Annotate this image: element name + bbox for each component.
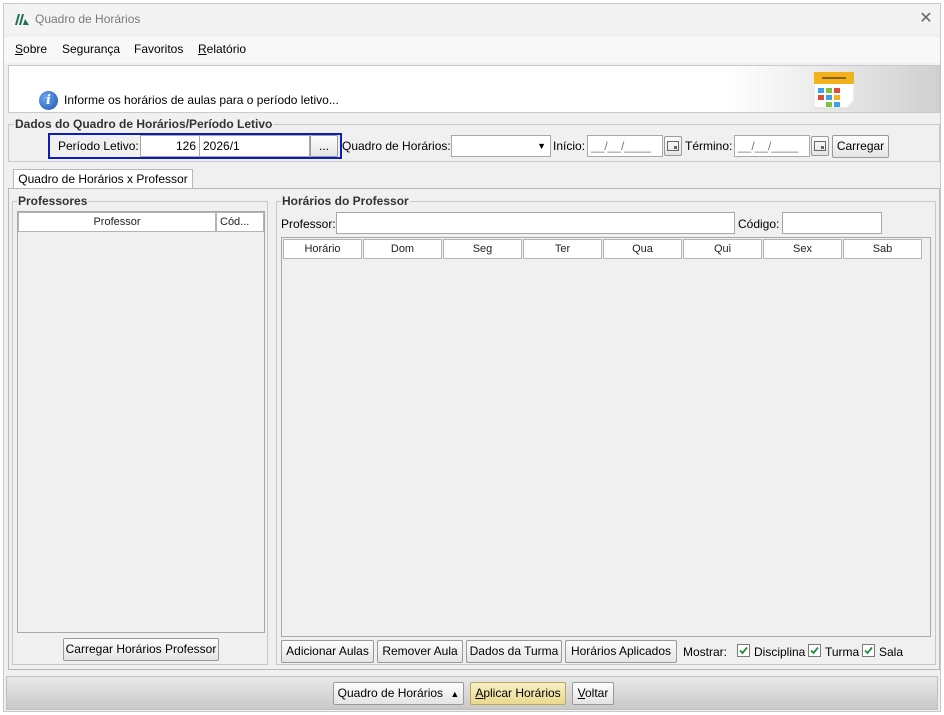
calendar-icon <box>667 141 679 151</box>
professores-group-title: Professores <box>17 194 89 208</box>
sala-label: Sala <box>879 645 904 659</box>
disciplina-label: Disciplina <box>754 645 806 659</box>
mostrar-label: Mostrar: <box>683 645 728 659</box>
menu-favoritos[interactable]: Favoritos <box>134 42 183 56</box>
sala-checkbox[interactable] <box>862 644 875 657</box>
codigo-field[interactable] <box>782 212 882 234</box>
calendar-icon <box>814 141 826 151</box>
column-header[interactable]: Horário <box>283 239 362 259</box>
column-header[interactable]: Dom <box>363 239 442 259</box>
calendar-schedule-icon <box>814 72 854 109</box>
quadro-select[interactable]: ▼ <box>451 135 551 157</box>
carregar-button[interactable]: Carregar <box>832 135 889 158</box>
window-title: Quadro de Horários <box>35 12 141 26</box>
column-header[interactable]: Cód... <box>216 212 264 232</box>
termino-label: Término: <box>685 139 733 153</box>
info-icon: i <box>39 91 58 110</box>
termino-field[interactable]: __/__/____ <box>734 135 810 157</box>
periodo-browse-button[interactable]: ... <box>310 135 338 157</box>
adicionar-aulas-button[interactable]: Adicionar Aulas <box>281 640 374 663</box>
column-header[interactable]: Ter <box>523 239 602 259</box>
column-header[interactable]: Sex <box>763 239 842 259</box>
codigo-label: Código: <box>738 217 780 231</box>
checkmark-icon <box>864 646 873 655</box>
dados-group-title: Dados do Quadro de Horários/Período Leti… <box>14 117 274 131</box>
disciplina-checkbox[interactable] <box>737 644 750 657</box>
column-header[interactable]: Qui <box>683 239 762 259</box>
turma-checkbox[interactable] <box>808 644 821 657</box>
termino-calendar-button[interactable] <box>811 136 829 156</box>
inicio-calendar-button[interactable] <box>664 136 682 156</box>
professor-field[interactable] <box>336 212 735 234</box>
menu-seguranca[interactable]: Segurança <box>62 42 120 56</box>
menu-relatorio-rest: elatório <box>206 42 247 56</box>
periodo-code-field[interactable]: 126 <box>140 135 200 157</box>
info-message: Informe os horários de aulas para o perí… <box>64 93 339 107</box>
aplicar-horarios-button[interactable]: Aplicar Horários <box>470 682 566 705</box>
horarios-grid[interactable]: Horário Dom Seg Ter Qua Qui Sex Sab <box>281 237 931 637</box>
column-header[interactable]: Qua <box>603 239 682 259</box>
chevron-up-icon: ▲ <box>450 689 460 699</box>
professor-label: Professor: <box>281 217 336 231</box>
column-header[interactable]: Sab <box>843 239 922 259</box>
info-panel: i Informe os horários de aulas para o pe… <box>8 65 940 113</box>
periodo-value-field[interactable]: 2026/1 <box>199 135 310 157</box>
column-header[interactable]: Professor <box>18 212 216 232</box>
quadro-horarios-button-label: Quadro de Horários <box>337 686 444 700</box>
aplicar-horarios-rest: plicar Horários <box>483 686 561 700</box>
dados-turma-button[interactable]: Dados da Turma <box>466 640 562 663</box>
turma-label: Turma <box>825 645 860 659</box>
app-window: Quadro de Horários ✕ Sobre Segurança Fav… <box>3 3 941 712</box>
periodo-label: Período Letivo: <box>58 139 139 153</box>
checkmark-icon <box>810 646 819 655</box>
column-header[interactable]: Seg <box>443 239 522 259</box>
quadro-label: Quadro de Horários: <box>342 139 451 153</box>
menu-sobre-accel: S <box>15 42 24 56</box>
horarios-aplicados-button[interactable]: Horários Aplicados <box>565 640 677 663</box>
voltar-button[interactable]: Voltar <box>572 682 614 705</box>
app-logo-icon <box>15 14 29 25</box>
voltar-rest: oltar <box>585 686 609 700</box>
menu-relatorio[interactable]: Relatório <box>198 42 246 56</box>
professores-table[interactable]: Professor Cód... <box>17 211 265 633</box>
menu-sobre-rest: obre <box>23 42 48 56</box>
horarios-group-title: Horários do Professor <box>281 194 410 208</box>
inicio-label: Início: <box>553 139 586 153</box>
chevron-down-icon: ▼ <box>537 141 546 151</box>
voltar-accel: V <box>577 686 585 700</box>
quadro-horarios-button[interactable]: Quadro de Horários ▲ <box>333 682 464 705</box>
remover-aula-button[interactable]: Remover Aula <box>377 640 463 663</box>
tab-quadro-professor[interactable]: Quadro de Horários x Professor <box>13 169 193 189</box>
title-bar: Quadro de Horários ✕ <box>4 4 940 34</box>
menu-relatorio-accel: R <box>198 42 207 56</box>
inicio-field[interactable]: __/__/____ <box>587 135 663 157</box>
close-icon[interactable]: ✕ <box>916 9 936 29</box>
carregar-horarios-professor-button[interactable]: Carregar Horários Professor <box>63 638 219 661</box>
checkmark-icon <box>739 646 748 655</box>
menu-sobre[interactable]: Sobre <box>15 42 47 56</box>
